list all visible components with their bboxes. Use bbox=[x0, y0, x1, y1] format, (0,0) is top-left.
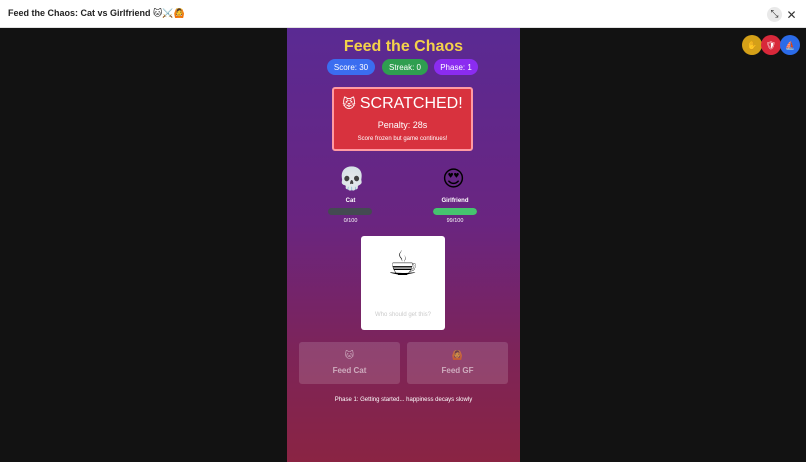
cat-face-icon: 🐱 bbox=[344, 350, 355, 360]
scratched-alert: 😾 SCRATCHED! Penalty: 28s Score frozen bu… bbox=[332, 87, 473, 151]
title-bar: Feed the Chaos: Cat vs Girlfriend 🐱⚔️🙆 ⤡… bbox=[0, 0, 806, 28]
game-panel: Feed the Chaos Score: 30 Streak: 0 Phase… bbox=[287, 28, 520, 462]
window-title: Feed the Chaos: Cat vs Girlfriend 🐱⚔️🙆 bbox=[8, 8, 185, 18]
phase-description: Phase 1: Getting started... happiness de… bbox=[334, 397, 473, 403]
girlfriend-name: Girlfriend bbox=[441, 198, 469, 204]
cat-name: Cat bbox=[345, 198, 356, 204]
item-prompt: Who should get this? bbox=[374, 312, 432, 318]
ship-icon[interactable]: ⛵ bbox=[780, 35, 800, 55]
phase-badge: Phase: 1 bbox=[434, 59, 478, 75]
cat-happiness-bar bbox=[328, 208, 372, 215]
heart-eyes-icon: 😍 bbox=[442, 166, 465, 191]
shield-icon[interactable]: 🛡 bbox=[761, 35, 781, 55]
alert-heading-text: SCRATCHED! bbox=[359, 95, 463, 112]
person-icon: 🙆 bbox=[451, 350, 464, 360]
skull-icon: 💀 bbox=[338, 166, 366, 191]
girlfriend-happiness-bar bbox=[433, 208, 477, 215]
score-badge: Score: 30 bbox=[327, 59, 375, 75]
close-icon[interactable]: ✕ bbox=[784, 7, 799, 22]
feed-cat-button[interactable]: 🐱 Feed Cat bbox=[299, 342, 400, 384]
cat-happiness-value: 0/100 bbox=[343, 218, 358, 224]
game-title: Feed the Chaos bbox=[343, 38, 464, 55]
alert-heading: 😾 SCRATCHED! bbox=[334, 95, 471, 113]
hand-icon[interactable]: ✋ bbox=[742, 35, 762, 55]
angry-cat-icon: 😾 bbox=[342, 96, 356, 111]
collapse-icon[interactable]: ⤡ bbox=[767, 7, 782, 22]
feed-cat-label: Feed Cat bbox=[332, 366, 367, 375]
streak-badge: Streak: 0 bbox=[382, 59, 428, 75]
food-item-card: ☕ Who should get this? bbox=[361, 236, 445, 330]
feed-gf-label: Feed GF bbox=[441, 366, 474, 375]
alert-note: Score frozen but game continues! bbox=[357, 136, 448, 142]
coffee-icon: ☕ bbox=[387, 245, 419, 283]
penalty-text: Penalty: 28s bbox=[377, 120, 428, 130]
girlfriend-happiness-fill bbox=[433, 208, 477, 215]
feed-gf-button[interactable]: 🙆 Feed GF bbox=[407, 342, 508, 384]
girlfriend-happiness-value: 99/100 bbox=[446, 218, 464, 224]
